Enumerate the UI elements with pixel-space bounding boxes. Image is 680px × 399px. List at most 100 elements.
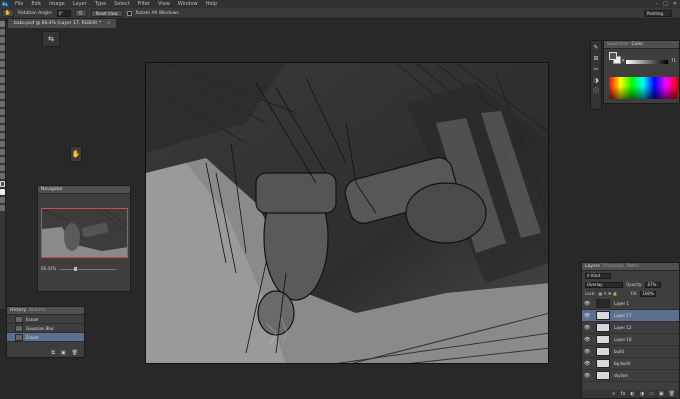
- lock-icons[interactable]: ▦ ✎ ✥ 🔒: [598, 291, 617, 296]
- marquee-tool-icon[interactable]: [0, 29, 5, 35]
- arrange-icon[interactable]: ⇆: [43, 32, 59, 46]
- menu-edit[interactable]: Edit: [27, 0, 45, 8]
- k-channel-slider[interactable]: [626, 60, 668, 64]
- menu-window[interactable]: Window: [174, 0, 202, 8]
- rotation-angle-input[interactable]: 0°: [56, 9, 71, 17]
- layer-row[interactable]: 👁 skyline: [582, 370, 679, 382]
- clone-source-icon[interactable]: ⊞: [592, 55, 600, 63]
- adjustment-layer-icon[interactable]: ◑: [640, 390, 644, 398]
- navigator-zoom-value[interactable]: 66.43%: [41, 266, 56, 271]
- tab-history[interactable]: History: [10, 307, 29, 314]
- path-select-tool-icon[interactable]: [0, 149, 5, 155]
- layer-row[interactable]: 👁 bg build: [582, 358, 679, 370]
- minimize-icon[interactable]: –: [656, 0, 659, 8]
- close-icon[interactable]: ✕: [673, 0, 677, 8]
- menu-select[interactable]: Select: [110, 0, 133, 8]
- new-snapshot-icon[interactable]: ▣: [61, 349, 66, 357]
- layer-style-icon[interactable]: fx: [621, 390, 626, 398]
- lasso-tool-icon[interactable]: [0, 37, 5, 43]
- foreground-color-chip[interactable]: [609, 52, 617, 60]
- hand-tool-icon[interactable]: [0, 165, 5, 171]
- foreground-color-swatch[interactable]: [0, 181, 5, 187]
- rotate-all-windows-checkbox[interactable]: [126, 10, 132, 16]
- document-canvas[interactable]: [145, 62, 549, 364]
- link-layers-icon[interactable]: ∞: [612, 390, 616, 398]
- crop-tool-icon[interactable]: [0, 53, 5, 59]
- new-group-icon[interactable]: ▭: [649, 390, 654, 398]
- tab-swatches[interactable]: Swatches: [607, 41, 632, 48]
- visibility-eye-icon[interactable]: 👁: [584, 325, 590, 331]
- add-mask-icon[interactable]: ◐: [630, 390, 634, 398]
- tab-paths[interactable]: Paths: [627, 263, 642, 270]
- layer-row[interactable]: 👁 Layer 12: [582, 322, 679, 334]
- close-tab-icon[interactable]: ×: [107, 21, 111, 26]
- history-item-active[interactable]: Eraser: [7, 333, 84, 342]
- layer-row[interactable]: 👁 Layer 10: [582, 334, 679, 346]
- quick-mask-icon[interactable]: [0, 197, 5, 203]
- move-tool-icon[interactable]: [0, 21, 5, 27]
- type-tool-icon[interactable]: [0, 141, 5, 147]
- background-color-swatch[interactable]: [0, 189, 5, 195]
- screen-mode-icon[interactable]: [0, 205, 5, 211]
- info-icon[interactable]: ⓘ: [592, 88, 600, 96]
- brush-presets-icon[interactable]: ✎: [592, 44, 600, 52]
- menu-help[interactable]: Help: [202, 0, 221, 8]
- dodge-tool-icon[interactable]: [0, 125, 5, 131]
- pen-tool-icon[interactable]: [0, 133, 5, 139]
- healing-tool-icon[interactable]: [0, 69, 5, 75]
- menu-filter[interactable]: Filter: [134, 0, 154, 8]
- layer-row[interactable]: 👁 build: [582, 346, 679, 358]
- tab-navigator[interactable]: Navigator: [41, 186, 66, 193]
- tab-channels[interactable]: Channels: [603, 263, 627, 270]
- new-document-from-state-icon[interactable]: ⧉: [51, 349, 55, 357]
- k-channel-value[interactable]: 71: [671, 58, 676, 63]
- tab-layers[interactable]: Layers: [585, 263, 603, 270]
- tab-actions[interactable]: Actions: [29, 307, 48, 314]
- gradient-tool-icon[interactable]: [0, 109, 5, 115]
- delete-layer-icon[interactable]: 🗑: [669, 390, 675, 398]
- fill-input[interactable]: 100%: [640, 290, 657, 297]
- eyedropper-tool-icon[interactable]: [0, 61, 5, 67]
- layer-row[interactable]: 👁 Layer 17: [582, 310, 679, 322]
- color-spectrum[interactable]: [609, 77, 677, 99]
- visibility-eye-icon[interactable]: 👁: [584, 373, 590, 379]
- menu-view[interactable]: View: [154, 0, 174, 8]
- menu-file[interactable]: File: [11, 0, 27, 8]
- new-layer-icon[interactable]: ▣: [659, 390, 664, 398]
- document-tab[interactable]: bako.psd @ 66.4% (Layer 17, RGB/8) * ×: [8, 19, 118, 28]
- brush-tool-icon[interactable]: [0, 77, 5, 83]
- shape-tool-icon[interactable]: [0, 157, 5, 163]
- history-brush-tool-icon[interactable]: [0, 93, 5, 99]
- hand-icon[interactable]: ✋: [71, 147, 81, 161]
- zoom-tool-icon[interactable]: [0, 173, 5, 179]
- menu-layer[interactable]: Layer: [69, 0, 91, 8]
- adjustments-icon[interactable]: ◑: [592, 77, 600, 85]
- visibility-eye-icon[interactable]: 👁: [584, 349, 590, 355]
- visibility-eye-icon[interactable]: 👁: [584, 337, 590, 343]
- floating-hand-panel[interactable]: ✋: [70, 146, 82, 162]
- tool-presets-icon[interactable]: ✂: [592, 66, 600, 74]
- stamp-tool-icon[interactable]: [0, 85, 5, 91]
- history-item[interactable]: Eraser: [7, 315, 84, 324]
- tab-color[interactable]: Color: [632, 41, 647, 48]
- layer-row[interactable]: 👁 Layer 1: [582, 298, 679, 310]
- reset-view-button[interactable]: Reset View: [90, 9, 123, 17]
- navigator-zoom-slider[interactable]: [60, 269, 116, 270]
- layer-kind-filter[interactable]: ℙ Kind: [585, 272, 611, 279]
- navigator-zoom-handle[interactable]: [74, 267, 77, 271]
- opacity-input[interactable]: 67%: [645, 281, 662, 288]
- navigator-preview[interactable]: [41, 208, 128, 258]
- floating-tool-panel[interactable]: ⇆: [42, 31, 60, 47]
- blur-tool-icon[interactable]: [0, 117, 5, 123]
- history-item[interactable]: Gaussian Blur: [7, 324, 84, 333]
- rotation-dial-icon[interactable]: ◎: [74, 9, 87, 17]
- menu-type[interactable]: Type: [91, 0, 110, 8]
- visibility-eye-icon[interactable]: 👁: [584, 313, 590, 319]
- workspace-selector[interactable]: Painting: [644, 10, 672, 17]
- blend-mode-select[interactable]: Overlay: [585, 281, 623, 288]
- quick-select-tool-icon[interactable]: [0, 45, 5, 51]
- rotate-view-tool-icon[interactable]: ✋: [2, 9, 14, 17]
- menu-image[interactable]: Image: [45, 0, 69, 8]
- visibility-eye-icon[interactable]: 👁: [584, 301, 590, 307]
- maximize-icon[interactable]: □: [663, 0, 668, 8]
